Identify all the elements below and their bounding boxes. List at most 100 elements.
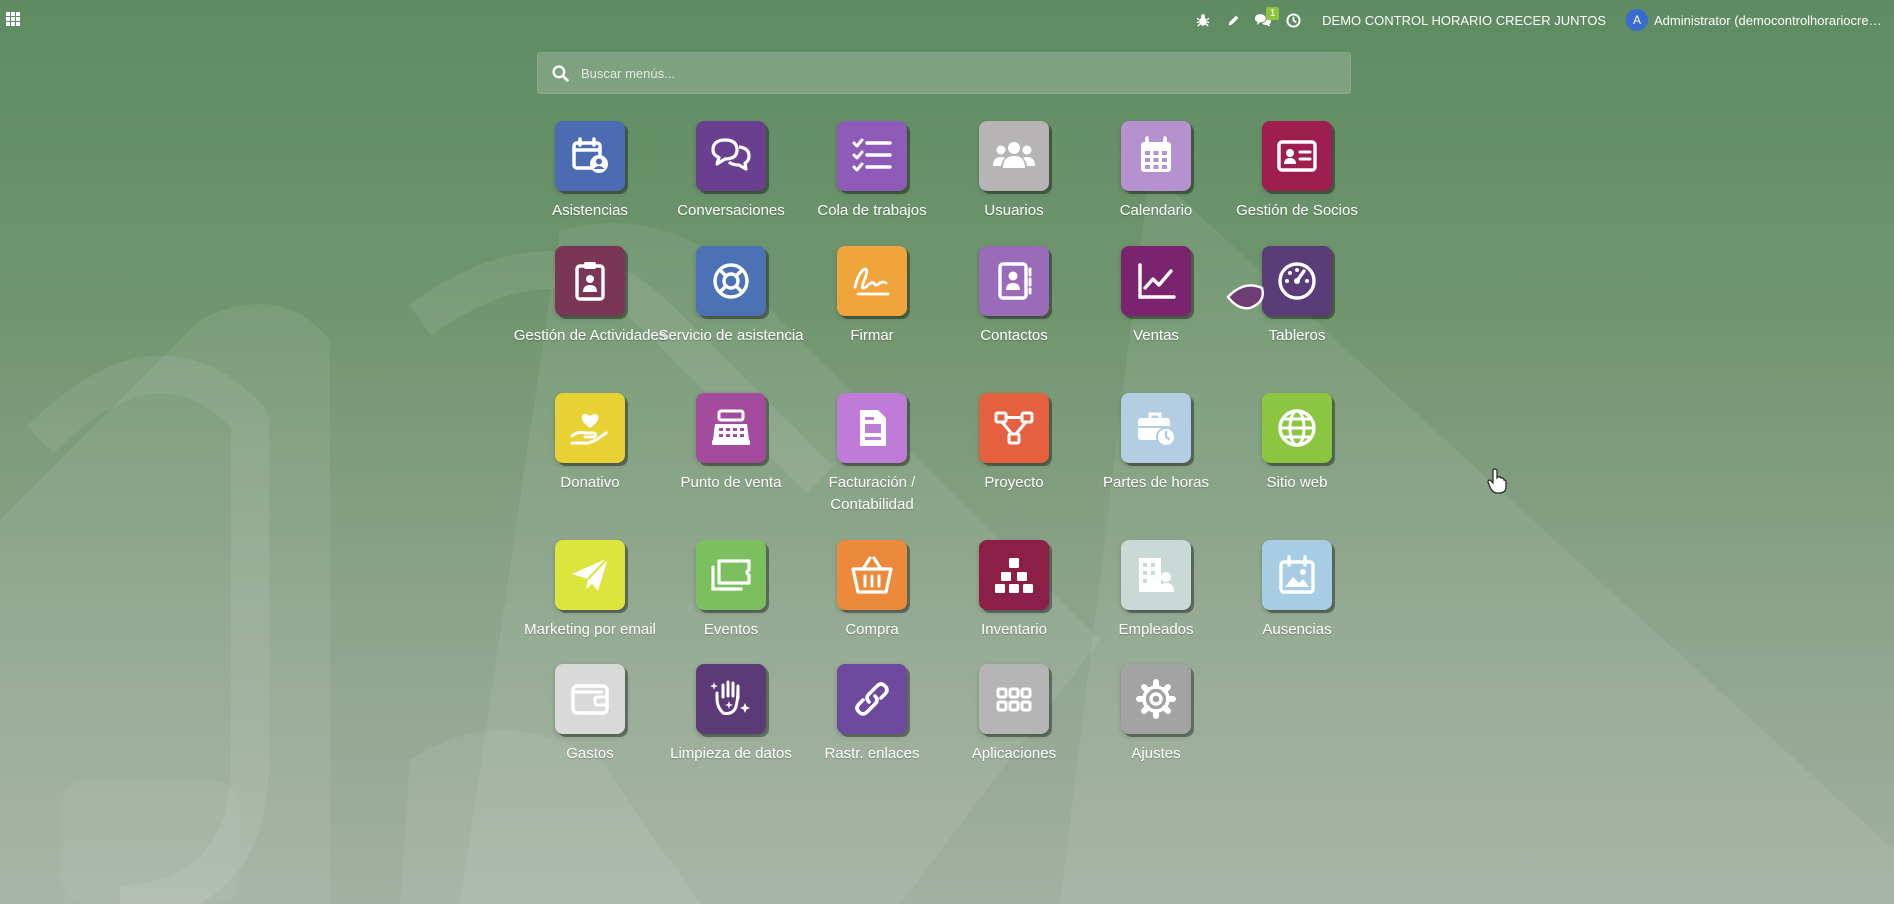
- trend-chart-icon: [1138, 263, 1176, 299]
- project-nodes-icon: [994, 411, 1034, 445]
- app-label: Conversaciones: [677, 202, 785, 219]
- app-punto-de-venta[interactable]: Punto de venta: [656, 393, 806, 494]
- apps-grid-icon: [996, 687, 1032, 712]
- invoice-icon: [860, 410, 886, 446]
- app-inventario[interactable]: Inventario: [939, 540, 1089, 641]
- app-tile: [696, 246, 766, 316]
- app-label: Limpieza de datos: [670, 745, 792, 762]
- company-switcher[interactable]: DEMO CONTROL HORARIO CRECER JUNTOS: [1322, 13, 1606, 28]
- app-tile: [837, 393, 907, 463]
- app-label: Inventario: [981, 621, 1047, 638]
- app-label: Donativo: [560, 474, 620, 491]
- app-donativo[interactable]: Donativo: [515, 393, 665, 494]
- bug-icon[interactable]: [1188, 0, 1218, 40]
- basket-icon: [851, 556, 893, 594]
- clipboard-badge-icon: [575, 262, 605, 301]
- user-name: Administrator (democontrolhorariocrec...: [1654, 12, 1884, 28]
- app-tile: [1121, 393, 1191, 463]
- app-tile: [696, 393, 766, 463]
- dashboard-gauge-icon: [1278, 262, 1316, 300]
- app-label: Ajustes: [1131, 745, 1181, 762]
- app-tile: [696, 664, 766, 734]
- app-label: Eventos: [703, 621, 759, 638]
- app-rastr-enlaces[interactable]: Rastr. enlaces: [797, 664, 947, 765]
- app-label: Aplicaciones: [971, 745, 1057, 762]
- app-servicio-de-asistencia[interactable]: Servicio de asistencia: [656, 246, 806, 347]
- app-eventos[interactable]: Eventos: [656, 540, 806, 641]
- building-person-icon: [1139, 558, 1174, 592]
- app-tile: [837, 664, 907, 734]
- app-partes-de-horas[interactable]: Partes de horas: [1081, 393, 1231, 494]
- app-proyecto[interactable]: Proyecto: [939, 393, 1089, 494]
- app-label: Facturación / Contabilidad: [828, 474, 916, 513]
- app-label: Contactos: [980, 327, 1048, 344]
- app-tile: [555, 121, 625, 191]
- checklist-icon: [852, 138, 892, 172]
- app-tile: [979, 121, 1049, 191]
- app-tile: [1121, 664, 1191, 734]
- app-tile: [1262, 540, 1332, 610]
- app-tile: [696, 121, 766, 191]
- app-label: Partes de horas: [1103, 474, 1209, 491]
- apps-menu-grid-icon[interactable]: [6, 12, 20, 26]
- app-label: Rastr. enlaces: [824, 745, 920, 762]
- users-icon: [993, 142, 1035, 168]
- leaf-icon: [1226, 284, 1264, 310]
- app-marketing-por-email[interactable]: Marketing por email: [515, 540, 665, 641]
- app-label: Empleados: [1118, 621, 1194, 638]
- user-menu[interactable]: A Administrator (democontrolhorariocrec.…: [1626, 9, 1884, 31]
- app-gastos[interactable]: Gastos: [515, 664, 665, 765]
- briefcase-clock-icon: [1138, 412, 1176, 447]
- search-icon: [552, 64, 569, 82]
- app-tile: [837, 540, 907, 610]
- app-ventas[interactable]: Ventas: [1081, 246, 1231, 347]
- app-firmar[interactable]: Firmar: [797, 246, 947, 347]
- app-label: Sitio web: [1266, 474, 1328, 491]
- app-asistencias[interactable]: Asistencias: [515, 121, 665, 222]
- link-icon: [855, 682, 889, 716]
- search-input[interactable]: [581, 65, 1281, 81]
- app-aplicaciones[interactable]: Aplicaciones: [939, 664, 1089, 765]
- app-sitio-web[interactable]: Sitio web: [1222, 393, 1372, 494]
- chat-icon[interactable]: 1: [1248, 0, 1280, 40]
- app-compra[interactable]: Compra: [797, 540, 947, 641]
- app-tile: [555, 540, 625, 610]
- app-tile: [979, 540, 1049, 610]
- app-label: Proyecto: [984, 474, 1044, 491]
- app-label: Usuarios: [984, 202, 1044, 219]
- address-book-icon: [998, 262, 1032, 300]
- globe-icon: [1278, 409, 1316, 447]
- pencil-icon[interactable]: [1218, 0, 1248, 40]
- app-gestion-de-actividades[interactable]: Gestión de Actividades: [514, 246, 666, 347]
- wallet-icon: [571, 684, 609, 715]
- app-label: Compra: [845, 621, 899, 638]
- app-tile: [1262, 121, 1332, 191]
- app-gestion-de-socios[interactable]: Gestión de Socios: [1222, 121, 1372, 222]
- hand-cursor-icon: [1487, 468, 1507, 494]
- app-label: Gestión de Actividades: [513, 327, 667, 344]
- cash-register-icon: [712, 409, 750, 445]
- app-label: Calendario: [1119, 202, 1193, 219]
- clock-icon[interactable]: [1278, 0, 1308, 40]
- app-contactos[interactable]: Contactos: [939, 246, 1089, 347]
- app-tile: [1262, 246, 1332, 316]
- app-conversaciones[interactable]: Conversaciones: [656, 121, 806, 222]
- app-cola-de-trabajos[interactable]: Cola de trabajos: [797, 121, 947, 222]
- ticket-icon: [711, 559, 751, 591]
- app-calendario[interactable]: Calendario: [1081, 121, 1231, 222]
- app-label: Ausencias: [1262, 621, 1332, 638]
- app-label: Gestión de Socios: [1236, 202, 1358, 219]
- search-bar: [537, 52, 1351, 94]
- app-tile: [979, 664, 1049, 734]
- paper-plane-icon: [572, 557, 609, 591]
- avatar: A: [1626, 9, 1648, 31]
- app-label: Servicio de asistencia: [658, 327, 804, 344]
- app-usuarios[interactable]: Usuarios: [939, 121, 1089, 222]
- app-limpieza-de-datos[interactable]: Limpieza de datos: [656, 664, 806, 765]
- app-ajustes[interactable]: Ajustes: [1081, 664, 1231, 765]
- app-facturacion-contabilidad[interactable]: Facturación / Contabilidad: [797, 393, 947, 516]
- signature-icon: [853, 267, 890, 296]
- app-empleados[interactable]: Empleados: [1081, 540, 1231, 641]
- chat-bubbles-icon: [711, 138, 751, 171]
- app-ausencias[interactable]: Ausencias: [1222, 540, 1372, 641]
